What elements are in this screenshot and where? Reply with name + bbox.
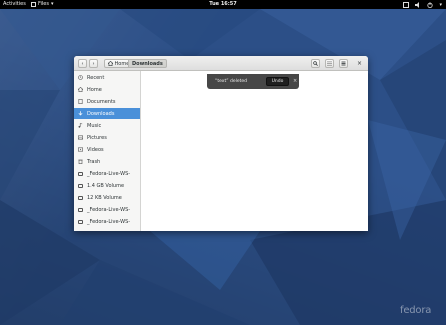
- close-icon: ×: [356, 60, 363, 67]
- sidebar-item-drive[interactable]: _Fedora-Live-WS-: [74, 204, 140, 215]
- trash-icon: [78, 159, 83, 164]
- view-toggle-button[interactable]: [325, 59, 334, 68]
- sidebar-item-label: 1.4 GB Volume: [87, 182, 125, 189]
- close-button[interactable]: ×: [355, 59, 364, 68]
- power-icon: [427, 1, 434, 8]
- sidebar-item-label: 12 KB Volume: [87, 194, 122, 201]
- deletion-notification: “text” deleted Undo ×: [207, 74, 299, 89]
- drive-icon: [78, 195, 83, 200]
- volume-icon: [415, 1, 421, 8]
- sidebar-item-label: Music: [87, 122, 102, 129]
- top-bar: Activities Files ▾ Tue 16:57 ▾: [0, 0, 446, 9]
- sidebar-item-recent[interactable]: Recent: [74, 72, 140, 83]
- forward-button[interactable]: ›: [89, 59, 98, 68]
- search-icon: [313, 61, 318, 66]
- sidebar-item-drive[interactable]: _Fedora-Live-WS-: [74, 216, 140, 227]
- sidebar-item-music[interactable]: Music: [74, 120, 140, 131]
- back-button[interactable]: ‹: [78, 59, 87, 68]
- file-view[interactable]: [141, 71, 368, 231]
- download-icon: [78, 111, 83, 116]
- fedora-logo: fedora: [400, 305, 432, 316]
- sidebar-item-label: _Fedora-Live-WS-: [87, 206, 131, 213]
- breadcrumb-downloads[interactable]: Downloads: [128, 59, 167, 68]
- drive-icon: [78, 219, 83, 224]
- sidebar-item-pictures[interactable]: Pictures: [74, 132, 140, 143]
- document-icon: [78, 99, 83, 104]
- sidebar-item-drive[interactable]: _Fedora-Live-WS-: [74, 168, 140, 179]
- undo-button[interactable]: Undo: [266, 77, 289, 86]
- list-view-icon: [327, 61, 332, 66]
- notification-message: “text” deleted: [215, 79, 248, 84]
- sidebar-item-trash[interactable]: Trash: [74, 156, 140, 167]
- sidebar-item-documents[interactable]: Documents: [74, 96, 140, 107]
- video-icon: [78, 147, 83, 152]
- sidebar-item-label: Trash: [87, 158, 101, 165]
- system-tray[interactable]: ▾: [403, 1, 442, 8]
- clock[interactable]: Tue 16:57: [0, 1, 446, 8]
- sidebar-item-label: _Fedora-Live-WS-: [87, 170, 131, 177]
- breadcrumb-current-label: Downloads: [132, 60, 163, 67]
- places-sidebar: Recent Home Documents Downloads Music Pi…: [74, 71, 141, 231]
- clock-icon: [78, 75, 83, 80]
- home-icon: [108, 61, 113, 66]
- sidebar-item-home[interactable]: Home: [74, 84, 140, 95]
- sidebar-item-label: Home: [87, 86, 102, 93]
- chevron-right-icon: ›: [92, 60, 95, 67]
- chevron-left-icon: ‹: [81, 60, 84, 67]
- header-bar: ‹ › Home Downloads ×: [74, 56, 368, 71]
- home-icon: [78, 87, 83, 92]
- sidebar-item-videos[interactable]: Videos: [74, 144, 140, 155]
- sidebar-item-label: Downloads: [87, 110, 115, 117]
- hamburger-icon: [341, 61, 346, 66]
- screen-icon: [403, 1, 410, 8]
- close-icon[interactable]: ×: [293, 78, 297, 84]
- search-button[interactable]: [311, 59, 320, 68]
- menu-button[interactable]: [339, 59, 348, 68]
- drive-icon: [78, 171, 83, 176]
- sidebar-item-label: Videos: [87, 146, 104, 153]
- drive-icon: [78, 207, 83, 212]
- sidebar-item-label: _Fedora-Live-WS-: [87, 218, 131, 225]
- sidebar-item-drive[interactable]: 1.4 GB Volume: [74, 180, 140, 191]
- sidebar-item-label: Recent: [87, 74, 105, 81]
- sidebar-item-label: Pictures: [87, 134, 107, 141]
- sidebar-item-label: Documents: [87, 98, 116, 105]
- drive-icon: [78, 183, 83, 188]
- sidebar-item-drive[interactable]: 12 KB Volume: [74, 192, 140, 203]
- music-icon: [78, 123, 83, 128]
- chevron-down-icon: ▾: [439, 1, 442, 8]
- picture-icon: [78, 135, 83, 140]
- sidebar-item-downloads[interactable]: Downloads: [74, 108, 140, 119]
